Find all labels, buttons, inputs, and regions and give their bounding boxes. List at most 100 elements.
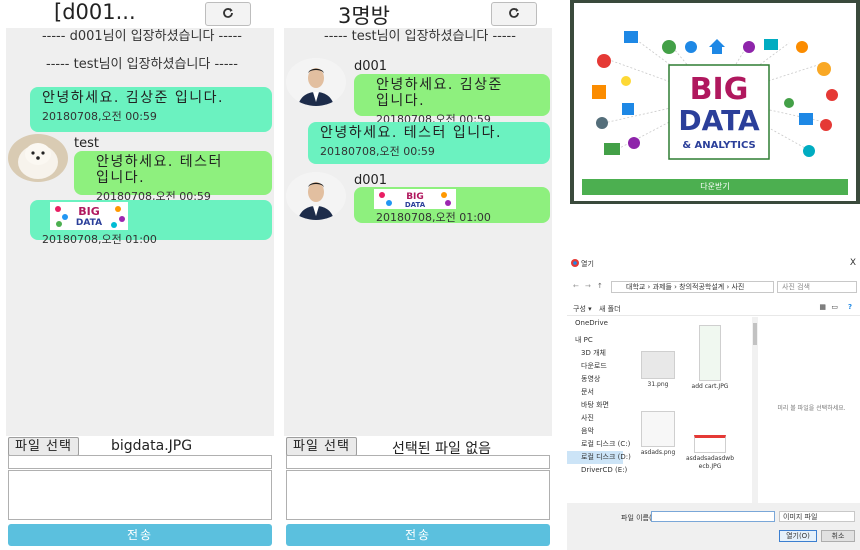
- preview-message: 미리 볼 파일을 선택하세요.: [777, 405, 846, 412]
- filetype-select[interactable]: 이미지 파일: [779, 511, 855, 522]
- download-button[interactable]: 다운받기: [582, 179, 848, 195]
- chat-area[interactable]: ----- test님이 입장하셨습니다 ----- d001 안녕하세요. 김…: [284, 28, 552, 436]
- chat-pane-2: 3명방 ----- test님이 입장하셨습니다 ----- d001 안녕하세…: [284, 0, 552, 550]
- avatar: [286, 172, 346, 220]
- bigdata-thumbnail[interactable]: BIG DATA: [374, 189, 456, 209]
- nav-item[interactable]: 음악: [567, 425, 623, 438]
- up-arrow-icon[interactable]: ↑: [597, 282, 603, 290]
- open-button[interactable]: 열기(O): [779, 530, 817, 542]
- system-message: ----- d001님이 입장하셨습니다 -----: [41, 29, 242, 44]
- dialog-bottom-bar: 파일 이름(N): 이미지 파일 열기(O) 취소: [567, 503, 860, 550]
- nav-item[interactable]: 다운로드: [567, 360, 623, 373]
- nav-item[interactable]: 문서: [567, 386, 623, 399]
- room-title: [d001...: [54, 0, 136, 24]
- system-message: ----- test님이 입장하셨습니다 -----: [46, 57, 238, 72]
- dog-avatar-icon: [8, 134, 68, 182]
- file-item[interactable]: asdadsadasdwb ecb.JPG: [685, 435, 735, 471]
- back-arrow-icon[interactable]: ←: [573, 282, 579, 290]
- message-text: 안녕하세요. 테스터 입니다.: [320, 125, 502, 141]
- image-file-icon: [694, 435, 726, 453]
- message-textarea[interactable]: [8, 470, 272, 520]
- nav-item[interactable]: 3D 개체: [567, 347, 623, 360]
- image-preview-content: ✕ BIG DATA & ANALYTICS: [574, 3, 856, 201]
- their-message-bubble: 안녕하세요. 김상준 입니다. 20180708,오전 00:59: [354, 74, 550, 126]
- preview-pane-icon[interactable]: ▭: [831, 303, 838, 311]
- my-image-bubble: BIG DATA 20180708,오전 01:00: [30, 200, 272, 246]
- big-text: BIG: [690, 72, 749, 107]
- nav-item[interactable]: 동영상: [567, 373, 623, 386]
- help-icon[interactable]: ?: [848, 303, 852, 311]
- file-select-button[interactable]: 파일 선택: [286, 437, 357, 456]
- file-item[interactable]: add cart.JPG: [685, 325, 735, 391]
- nav-item[interactable]: OneDrive: [567, 317, 623, 330]
- cancel-button[interactable]: 취소: [821, 530, 855, 542]
- system-message: ----- test님이 입장하셨습니다 -----: [324, 29, 516, 44]
- breadcrumb: 대학교 › 과제들 › 창의적공학설계 › 사진: [626, 283, 745, 291]
- username: d001: [354, 173, 388, 188]
- nav-item[interactable]: DriverCD (E:): [567, 464, 627, 477]
- filetype-value: 이미지 파일: [783, 513, 818, 521]
- bigdata-thumbnail[interactable]: BIG DATA: [50, 202, 128, 230]
- svg-text:DATA: DATA: [76, 218, 102, 228]
- avatar: [286, 58, 346, 106]
- file-row: 파일 선택 선택된 파일 없음: [284, 437, 552, 457]
- analytics-text: & ANALYTICS: [682, 140, 755, 151]
- message-textarea[interactable]: [286, 470, 550, 520]
- file-name: add cart.JPG: [691, 383, 729, 390]
- search-input[interactable]: 사진 검색: [777, 281, 857, 293]
- svg-text:DATA: DATA: [405, 201, 426, 209]
- file-list-scrollbar[interactable]: [752, 317, 758, 503]
- username: test: [74, 136, 99, 151]
- view-icon[interactable]: ▦: [819, 303, 826, 311]
- dialog-close-button[interactable]: X: [850, 258, 856, 268]
- message-time: 20180708,오전 00:59: [320, 145, 435, 158]
- file-open-dialog: 열기 X ← → ↑ 대학교 › 과제들 › 창의적공학설계 › 사진 사진 검…: [567, 253, 860, 550]
- dialog-titlebar: 열기 X: [567, 253, 860, 269]
- message-time: 20180708,오전 01:00: [376, 211, 491, 224]
- bigdata-image: BIG DATA & ANALYTICS: [574, 3, 856, 173]
- file-item[interactable]: asdads.png: [633, 411, 683, 457]
- username: d001: [354, 59, 388, 74]
- image-file-icon: [641, 351, 675, 379]
- file-list: 31.png add cart.JPG asdads.png asdadsada…: [627, 317, 755, 503]
- file-select-button[interactable]: 파일 선택: [8, 437, 79, 456]
- nav-item[interactable]: 내 PC: [567, 334, 623, 347]
- nav-item[interactable]: 사진: [567, 412, 623, 425]
- refresh-button[interactable]: [491, 2, 537, 26]
- nav-item-selected[interactable]: 로컬 디스크 (D:): [567, 451, 631, 464]
- image-file-icon: [699, 325, 721, 381]
- svg-text:BIG: BIG: [78, 205, 100, 218]
- chat-area[interactable]: ----- d001님이 입장하셨습니다 ----- ----- test님이 …: [6, 28, 274, 436]
- selected-file-name: bigdata.JPG: [111, 438, 193, 454]
- send-button[interactable]: 전송: [8, 524, 272, 546]
- chat-header: 3명방: [284, 0, 552, 28]
- file-item[interactable]: 31.png: [633, 351, 683, 389]
- filename-input[interactable]: [651, 511, 775, 522]
- message-text: 안녕하세요. 김상준 입니다.: [42, 90, 224, 106]
- person-avatar-icon: [286, 172, 346, 220]
- message-text: 안녕하세요. 테스터 입니다.: [96, 154, 223, 186]
- message-time: 20180708,오전 00:59: [42, 110, 157, 123]
- new-folder-button[interactable]: 새 폴더: [599, 304, 621, 314]
- forward-arrow-icon[interactable]: →: [585, 282, 591, 290]
- message-input-single[interactable]: [8, 455, 272, 469]
- avatar: [8, 134, 68, 182]
- dialog-toolbar: 구성 ▾ 새 폴더 ▦ ▭ ?: [567, 297, 860, 316]
- chat-pane-1: [d001... ----- d001님이 입장하셨습니다 ----- ----…: [6, 0, 274, 550]
- image-file-icon: [641, 411, 675, 447]
- nav-item[interactable]: 로컬 디스크 (C:): [567, 438, 630, 451]
- image-preview-window: ✕ BIG DATA & ANALYTICS: [570, 0, 860, 204]
- file-name: asdads.png: [640, 449, 676, 456]
- send-button[interactable]: 전송: [286, 524, 550, 546]
- file-name: asdadsadasdwb ecb.JPG: [685, 455, 735, 470]
- their-message-bubble: 안녕하세요. 테스터 입니다. 20180708,오전 00:59: [74, 151, 272, 203]
- organize-button[interactable]: 구성 ▾: [573, 304, 592, 314]
- message-input-single[interactable]: [286, 455, 550, 469]
- nav-item[interactable]: 바탕 화면: [567, 399, 623, 412]
- address-bar[interactable]: 대학교 › 과제들 › 창의적공학설계 › 사진: [611, 281, 774, 293]
- refresh-button[interactable]: [205, 2, 251, 26]
- person-avatar-icon: [286, 58, 346, 106]
- room-title: 3명방: [338, 4, 391, 28]
- message-time: 20180708,오전 01:00: [42, 233, 157, 246]
- data-text: DATA: [678, 104, 760, 137]
